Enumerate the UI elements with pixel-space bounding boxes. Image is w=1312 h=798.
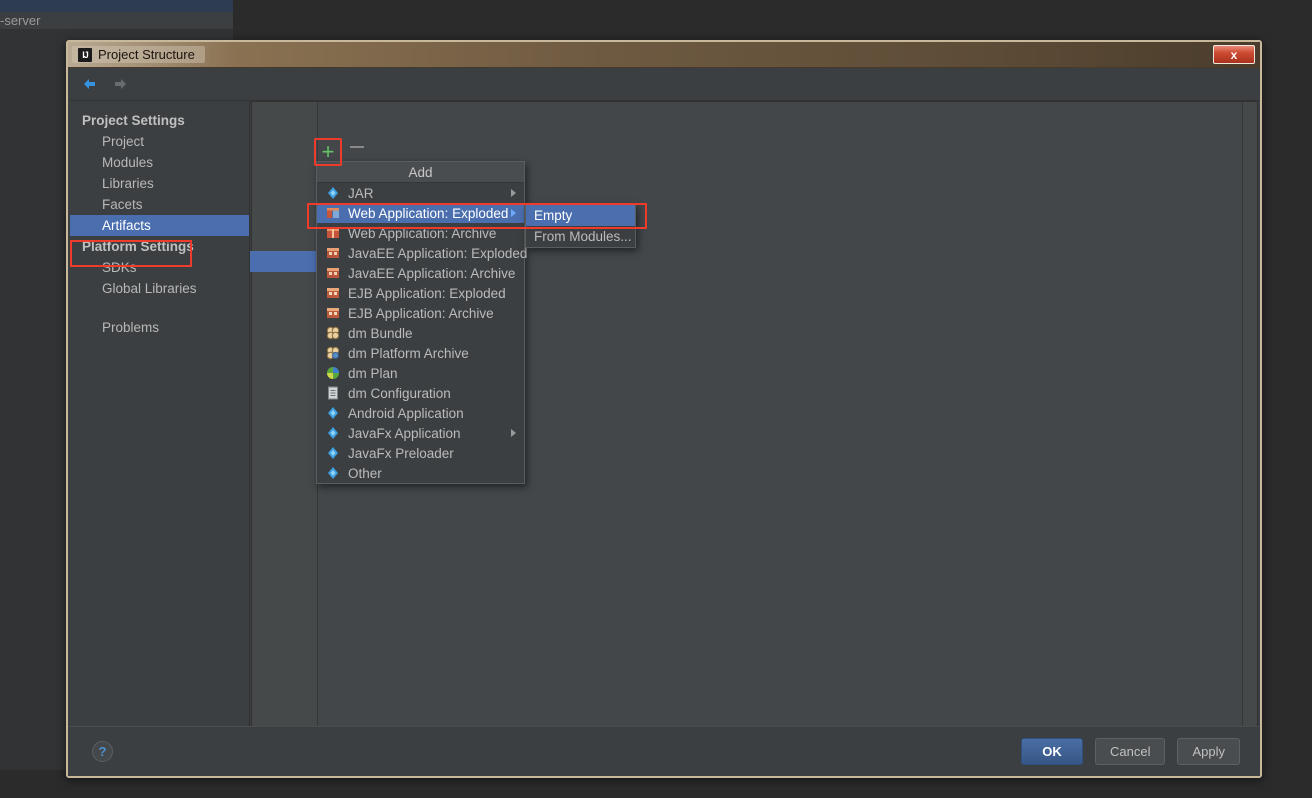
menu-item-label: Web Application: Archive <box>348 225 497 241</box>
javaee-archive-icon <box>325 265 341 281</box>
menu-item-ejb-application-archive[interactable]: EJB Application: Archive <box>317 303 524 323</box>
sidebar-item-project[interactable]: Project <box>70 131 249 152</box>
menu-item-dm-platform-archive[interactable]: dm Platform Archive <box>317 343 524 363</box>
ejb-exploded-icon <box>325 285 341 301</box>
sidebar-group-platform-settings: Platform Settings <box>82 239 194 254</box>
menu-item-label: Other <box>348 465 382 481</box>
dialog-title: Project Structure <box>98 47 195 62</box>
menu-item-label: dm Configuration <box>348 385 451 401</box>
sidebar-item-problems[interactable]: Problems <box>70 317 249 338</box>
dialog-body: Project Settings Project Modules Librari… <box>68 68 1260 752</box>
forward-arrow-icon <box>112 76 128 92</box>
menu-item-label: dm Bundle <box>348 325 413 341</box>
menu-item-dm-bundle[interactable]: dm Bundle <box>317 323 524 343</box>
artifacts-selection-extension <box>250 251 316 272</box>
close-icon[interactable]: x <box>1213 45 1255 64</box>
background-tab-label: -server <box>0 13 41 28</box>
menu-item-javaee-application-archive[interactable]: JavaEE Application: Archive <box>317 263 524 283</box>
menu-item-label: JavaFx Application <box>348 425 461 441</box>
menu-item-web-application-exploded[interactable]: Web Application: Exploded <box>317 203 524 223</box>
dialog-titlebar[interactable]: IJ Project Structure x <box>68 42 1260 68</box>
minus-icon <box>350 146 364 148</box>
menu-item-dm-configuration[interactable]: dm Configuration <box>317 383 524 403</box>
dm-plan-icon <box>325 365 341 381</box>
plus-icon: + <box>321 139 335 164</box>
menu-item-label: EJB Application: Exploded <box>348 285 506 301</box>
dialog-toolbar <box>70 68 1260 101</box>
menu-item-label: JAR <box>348 185 374 201</box>
add-artifact-button[interactable]: + <box>314 138 342 166</box>
background-editor-tab: -server <box>0 12 233 30</box>
javafx-preloader-icon <box>325 445 341 461</box>
chevron-right-icon <box>511 209 516 217</box>
add-artifact-menu: Add JAR Web Application: Exploded Web Ap… <box>316 161 528 484</box>
dialog-title-chip: IJ Project Structure <box>72 46 205 63</box>
menu-item-label: JavaEE Application: Archive <box>348 265 516 281</box>
menu-item-javafx-preloader[interactable]: JavaFx Preloader <box>317 443 524 463</box>
menu-item-label: Android Application <box>348 405 464 421</box>
dialog-action-buttons: OK Cancel Apply <box>1021 738 1240 765</box>
ejb-archive-icon <box>325 305 341 321</box>
submenu-item-from-modules[interactable]: From Modules... <box>526 226 635 247</box>
javaee-exploded-icon <box>325 245 341 261</box>
menu-item-label: JavaFx Preloader <box>348 445 454 461</box>
intellij-logo-icon: IJ <box>78 47 92 62</box>
menu-item-label: Web Application: Exploded <box>348 205 509 221</box>
sidebar-item-modules[interactable]: Modules <box>70 152 249 173</box>
menu-item-javaee-application-exploded[interactable]: JavaEE Application: Exploded <box>317 243 528 263</box>
web-app-exploded-icon <box>325 205 341 221</box>
android-app-icon <box>325 405 341 421</box>
menu-item-other[interactable]: Other <box>317 463 524 483</box>
web-application-exploded-submenu: Empty From Modules... <box>525 204 636 248</box>
jar-diamond-icon <box>325 185 341 201</box>
menu-item-label: EJB Application: Archive <box>348 305 494 321</box>
menu-item-android-application[interactable]: Android Application <box>317 403 524 423</box>
settings-sidebar: Project Settings Project Modules Librari… <box>70 101 250 751</box>
other-icon <box>325 465 341 481</box>
dm-platform-archive-icon <box>325 345 341 361</box>
sidebar-item-facets[interactable]: Facets <box>70 194 249 215</box>
chevron-right-icon <box>511 189 516 197</box>
help-icon[interactable]: ? <box>92 741 113 762</box>
background-tab-strip <box>0 0 233 12</box>
sidebar-divider <box>70 299 249 317</box>
dialog-footer: ? OK Cancel Apply <box>68 726 1260 776</box>
menu-item-label: dm Plan <box>348 365 398 381</box>
menu-item-ejb-application-exploded[interactable]: EJB Application: Exploded <box>317 283 524 303</box>
ok-button[interactable]: OK <box>1021 738 1083 765</box>
javafx-app-icon <box>325 425 341 441</box>
project-structure-dialog: IJ Project Structure x Project Settings … <box>66 40 1262 778</box>
sidebar-item-artifacts[interactable]: Artifacts <box>70 215 249 236</box>
dm-bundle-icon <box>325 325 341 341</box>
menu-item-label: dm Platform Archive <box>348 345 469 361</box>
back-arrow-icon[interactable] <box>82 76 98 92</box>
sidebar-item-libraries[interactable]: Libraries <box>70 173 249 194</box>
cancel-button[interactable]: Cancel <box>1095 738 1166 765</box>
web-app-archive-icon <box>325 225 341 241</box>
sidebar-item-global-libraries[interactable]: Global Libraries <box>70 278 249 299</box>
menu-item-javafx-application[interactable]: JavaFx Application <box>317 423 524 443</box>
menu-item-dm-plan[interactable]: dm Plan <box>317 363 524 383</box>
submenu-item-empty[interactable]: Empty <box>526 205 635 226</box>
sidebar-item-sdks[interactable]: SDKs <box>70 257 249 278</box>
dm-configuration-icon <box>325 385 341 401</box>
apply-button[interactable]: Apply <box>1177 738 1240 765</box>
menu-item-web-application-archive[interactable]: Web Application: Archive <box>317 223 524 243</box>
sidebar-group-project-settings: Project Settings <box>82 113 185 128</box>
chevron-right-icon <box>511 429 516 437</box>
menu-item-label: JavaEE Application: Exploded <box>348 245 528 261</box>
menu-item-jar[interactable]: JAR <box>317 183 524 203</box>
add-menu-header: Add <box>317 162 524 183</box>
